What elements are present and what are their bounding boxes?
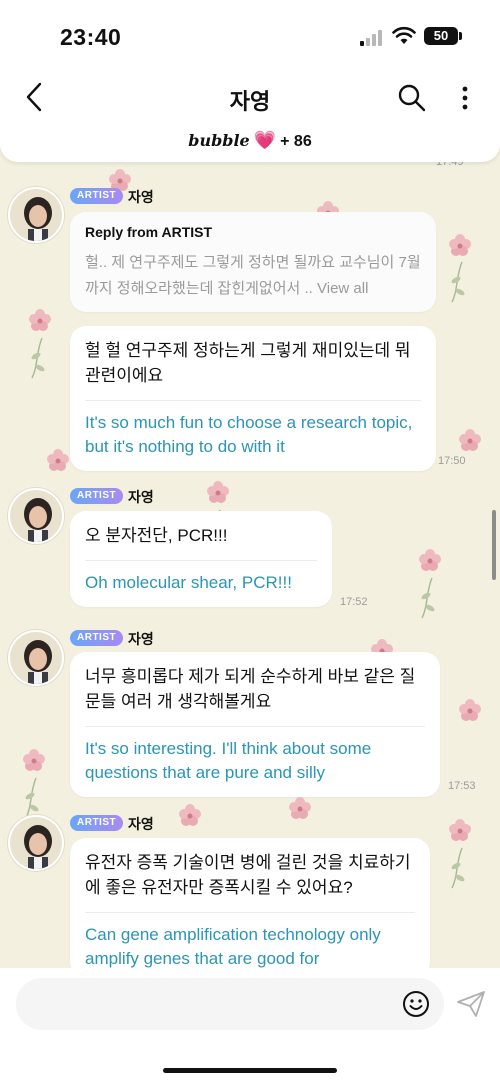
translation-divider [85, 726, 425, 727]
battery-tip [459, 32, 462, 40]
bubble-logo: bubble [188, 131, 250, 150]
back-button[interactable] [18, 78, 52, 116]
sender-name: 자영 [128, 631, 154, 647]
search-button[interactable] [396, 82, 428, 114]
sender-name: 자영 [128, 189, 154, 205]
message-bubble[interactable]: 유전자 증폭 기술이면 병에 걸린 것을 치료하기에 좋은 유전자만 증폭시킬 … [70, 838, 430, 978]
message-text-translation: Oh molecular shear, PCR!!! [85, 573, 292, 592]
translation-divider [85, 912, 415, 913]
subscriber-count: + 86 [280, 133, 312, 150]
message-text-korean: 너무 흥미롭다 제가 되게 순수하게 바보 같은 질문들 여러 개 생각해볼게요 [85, 667, 416, 711]
message-time: 17:52 [340, 596, 368, 608]
scrollbar[interactable] [492, 510, 496, 580]
message-text-korean: 헐 헐 연구주제 정하는게 그렇게 재미있는데 뭐 관련이에요 [85, 341, 411, 385]
message-bubble[interactable]: 헐 헐 연구주제 정하는게 그렇게 재미있는데 뭐 관련이에요 It's so … [70, 326, 436, 471]
message-text-translation: It's so much fun to choose a research to… [85, 413, 413, 456]
message-text-korean: 유전자 증폭 기술이면 병에 걸린 것을 치료하기에 좋은 유전자만 증폭시킬 … [85, 853, 411, 897]
translation-divider [85, 560, 317, 561]
smiley-icon [403, 991, 429, 1017]
artist-badge: ARTIST [70, 188, 124, 204]
avatar[interactable] [8, 488, 64, 544]
send-button[interactable] [456, 990, 486, 1018]
sender-name: 자영 [128, 816, 154, 832]
home-indicator [163, 1068, 337, 1073]
message-input[interactable] [16, 978, 444, 1030]
message-time: 17:50 [438, 455, 466, 467]
artist-badge: ARTIST [70, 630, 124, 646]
more-button[interactable] [452, 82, 478, 114]
input-bar [0, 968, 500, 1084]
sender-name: 자영 [128, 489, 154, 505]
avatar-image [10, 632, 62, 684]
message-text-korean: 오 분자전단, PCR!!! [85, 526, 228, 545]
reply-quote: 헐.. 제 연구주제도 그렇게 정하면 될까요 교수님이 7월까지 정해오라했는… [85, 254, 421, 297]
avatar-image [10, 817, 62, 869]
page-title: 자영 [229, 89, 271, 114]
send-icon [457, 991, 485, 1017]
artist-badge: ARTIST [70, 815, 124, 831]
message-bubble[interactable]: 오 분자전단, PCR!!! Oh molecular shear, PCR!!… [70, 511, 332, 607]
reply-title: Reply from ARTIST [85, 224, 213, 240]
chat-header: 23:40 50 자영 bubble 💗 + 86 [0, 0, 500, 162]
heart-icon: 💗 [253, 130, 277, 150]
message-time: 17:53 [448, 780, 476, 792]
chat-area[interactable]: 17:49 ARTIST 자영 Reply from ARTIST 헐.. 제 … [0, 0, 500, 1084]
avatar-image [10, 189, 62, 241]
battery-icon: 50 [424, 27, 458, 45]
message-text-translation: Can gene amplification technology only a… [85, 925, 381, 968]
message-bubble[interactable]: 너무 흥미롭다 제가 되게 순수하게 바보 같은 질문들 여러 개 생각해볼게요… [70, 652, 440, 797]
more-vertical-icon [462, 86, 468, 110]
search-icon [398, 84, 426, 112]
translation-divider [85, 400, 421, 401]
view-all-link[interactable]: View all [317, 280, 368, 297]
avatar[interactable] [8, 815, 64, 871]
reply-text: 헐.. 제 연구주제도 그렇게 정하면 될까요 교수님이 7월까지 정해오라했는… [85, 250, 421, 302]
cellular-signal-icon [360, 30, 382, 46]
reply-bubble[interactable]: Reply from ARTIST 헐.. 제 연구주제도 그렇게 정하면 될까… [70, 212, 436, 312]
status-time: 23:40 [60, 24, 122, 50]
avatar[interactable] [8, 630, 64, 686]
status-bar: 23:40 50 [0, 0, 500, 70]
avatar[interactable] [8, 187, 64, 243]
subscriber-row: bubble 💗 + 86 [0, 130, 500, 151]
emoji-button[interactable] [402, 990, 430, 1018]
avatar-image [10, 490, 62, 542]
message-text-translation: It's so interesting. I'll think about so… [85, 739, 372, 782]
artist-badge: ARTIST [70, 488, 124, 504]
wifi-icon [392, 26, 416, 44]
chevron-left-icon [26, 82, 42, 112]
